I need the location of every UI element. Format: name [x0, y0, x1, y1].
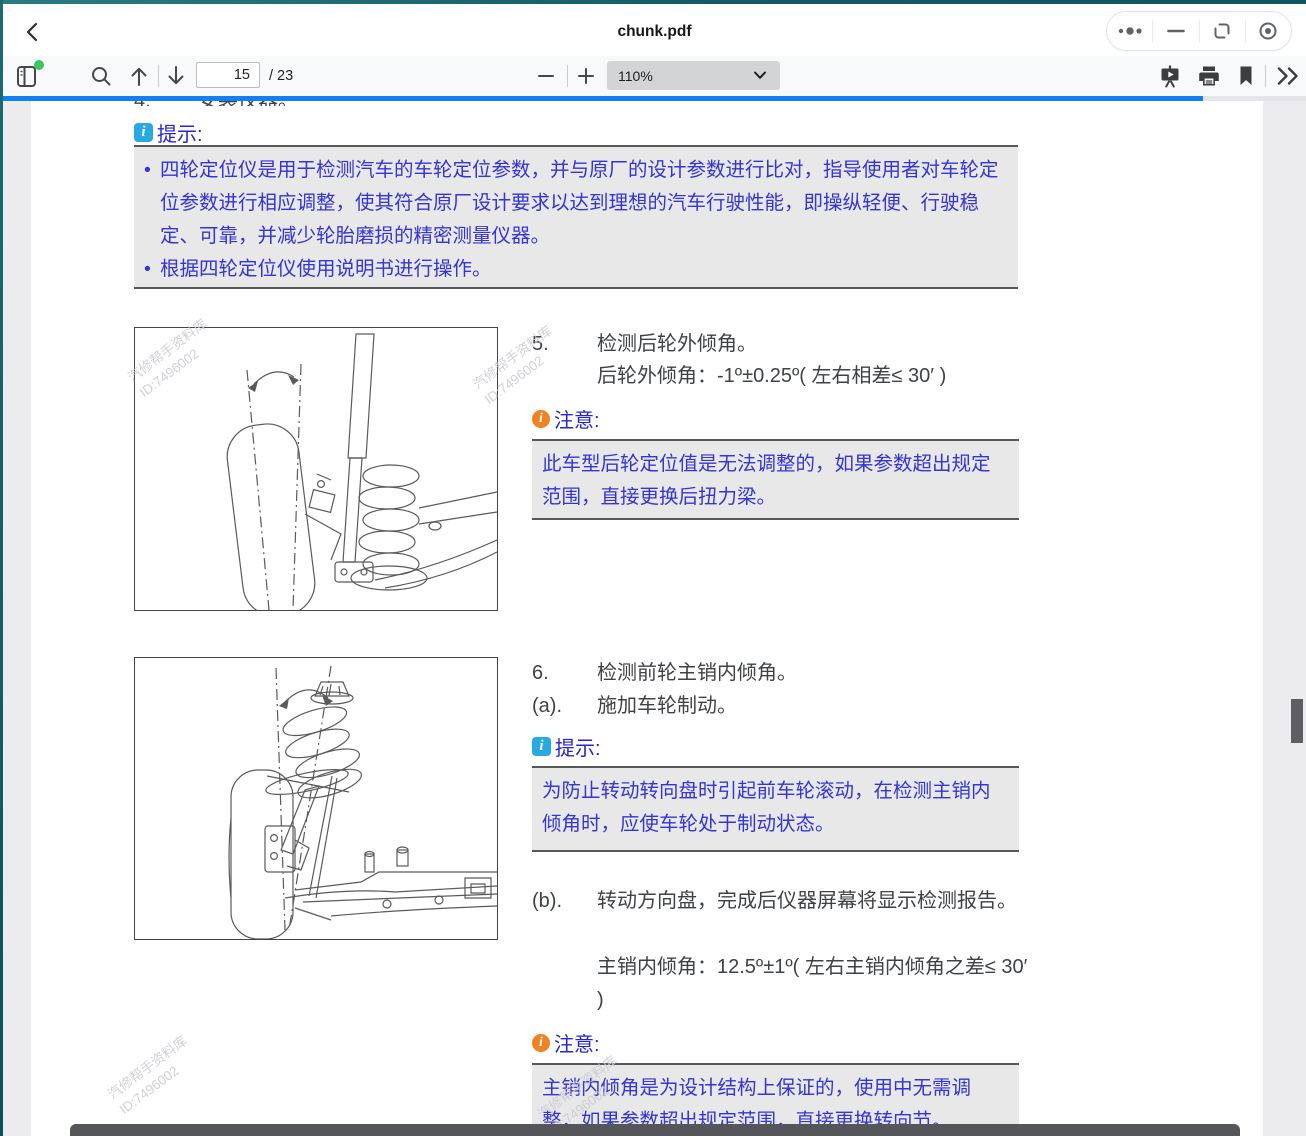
presentation-screen-icon — [1158, 64, 1182, 88]
toolbar-divider — [1265, 65, 1266, 87]
note-heading-2: i 注意: — [532, 1028, 600, 1057]
note-label-text: 注意: — [554, 404, 600, 433]
step-6b-number: (b). — [532, 885, 597, 918]
note-box-1-text: 此车型后轮定位值是无法调整的，如果参数超出规定范围，直接更换后扭力梁。 — [532, 441, 1019, 521]
step-5-number: 5. — [532, 328, 597, 360]
tip-box-alignment-info: • 四轮定位仪是用于检测汽车的车轮定位参数，并与原厂的设计参数进行比对，指导使用… — [134, 145, 1018, 289]
window-frame-left — [0, 0, 3, 1136]
sidebar-toggle-button[interactable] — [11, 56, 45, 96]
step-5-title: 检测后轮外倾角。 — [597, 328, 757, 360]
next-page-button[interactable] — [160, 56, 192, 96]
tip-label-text: 提示: — [555, 732, 601, 761]
tip-bullet-2-text: 根据四轮定位仪使用说明书进行操作。 — [160, 253, 1006, 286]
clipped-text-line: 4.安装仪器。 — [134, 101, 774, 106]
pdf-page: 4.安装仪器。 i 提示: • 四轮定位仪是用于检测汽车的车轮定位参数，并与原厂… — [31, 101, 1263, 1136]
step-6a-text: 施加车轮制动。 — [597, 690, 737, 722]
print-button[interactable] — [1192, 56, 1226, 96]
toolbar-divider — [158, 65, 159, 87]
tip-box-2-text: 为防止转动转向盘时引起前车轮滚动，在检测主销内倾角时，应使车轮处于制动状态。 — [532, 768, 1019, 848]
tip-heading-2: i 提示: — [532, 732, 601, 761]
bookmark-button[interactable] — [1231, 56, 1261, 96]
previous-page-button[interactable] — [123, 56, 155, 96]
window-frame-top — [0, 0, 1306, 4]
sidebar-panel-icon — [15, 63, 41, 89]
step-5-row: 5. 检测后轮外倾角。 — [532, 328, 757, 360]
pdf-toolbar: / 23 110% — [3, 56, 1306, 96]
figure-kingpin-diagram — [134, 657, 498, 940]
step-6-row: 6. 检测前轮主销内倾角。 — [532, 657, 797, 689]
watermark: 汽修帮手资料库ID:7496002 — [104, 1031, 202, 1118]
step-6-title: 检测前轮主销内倾角。 — [597, 657, 797, 689]
window-controls-pill — [1106, 11, 1292, 51]
arrow-down-icon — [166, 65, 186, 87]
minimize-icon — [1167, 28, 1185, 34]
floating-bottom-toolbar[interactable] — [70, 1124, 1240, 1136]
tip-bullet-2: • 根据四轮定位仪使用说明书进行操作。 — [144, 253, 1006, 286]
zoom-out-button[interactable] — [531, 56, 561, 96]
figure-rear-camber-diagram — [134, 327, 498, 611]
tip-heading-1: i 提示: — [134, 118, 203, 147]
step-6a-row: (a). 施加车轮制动。 — [532, 690, 737, 722]
search-button[interactable] — [85, 56, 117, 96]
note-box-rear-alignment: 此车型后轮定位值是无法调整的，如果参数超出规定范围，直接更换后扭力梁。 — [532, 439, 1019, 520]
title-bar: chunk.pdf — [3, 4, 1306, 56]
step-5-spec: 后轮外倾角：-1º±0.25º( 左右相差≤ 30′ ) — [597, 360, 1052, 393]
restore-window-button[interactable] — [1200, 12, 1245, 50]
step-6-spec: 主销内倾角：12.5º±1º( 左右主销内倾角之差≤ 30′ ) — [597, 951, 1037, 1017]
bookmark-icon — [1238, 65, 1254, 87]
clipped-step-number: 4. — [134, 101, 198, 106]
tip-label-text: 提示: — [157, 118, 203, 147]
presentation-mode-button[interactable] — [1153, 56, 1187, 96]
info-note-icon: i — [532, 410, 550, 428]
step-6-number: 6. — [532, 657, 597, 689]
zoom-in-button[interactable] — [571, 56, 601, 96]
rear-suspension-line-art — [135, 328, 497, 610]
pdf-viewer-window: { "window": { "title": "chunk.pdf" }, "t… — [0, 0, 1306, 1136]
arrow-up-icon — [129, 65, 149, 87]
focus-mode-button[interactable] — [1246, 12, 1291, 50]
front-strut-line-art — [135, 658, 497, 939]
ellipsis-icon — [1117, 26, 1143, 36]
info-tip-icon: i — [134, 123, 153, 142]
page-total-label: / 23 — [269, 56, 293, 96]
info-tip-icon: i — [532, 737, 551, 756]
info-note-icon: i — [532, 1034, 550, 1052]
notification-dot — [34, 60, 44, 70]
tip-bullet-1-text: 四轮定位仪是用于检测汽车的车轮定位参数，并与原厂的设计参数进行比对，指导使用者对… — [160, 154, 1006, 253]
loading-progress-track — [0, 96, 1306, 101]
minus-icon — [537, 67, 555, 85]
vertical-scrollbar-thumb[interactable] — [1291, 699, 1303, 743]
plus-icon — [577, 67, 595, 85]
note-label-text: 注意: — [554, 1028, 600, 1057]
minimize-button[interactable] — [1153, 12, 1198, 50]
zoom-level-value: 110% — [607, 68, 753, 84]
step-6a-number: (a). — [532, 690, 597, 722]
bullet-dot: • — [144, 253, 160, 286]
tip-box-brake-warning: 为防止转动转向盘时引起前车轮滚动，在检测主销内倾角时，应使车轮处于制动状态。 — [532, 766, 1019, 852]
printer-icon — [1197, 64, 1221, 88]
step-6b-text: 转动方向盘，完成后仪器屏幕将显示检测报告。 — [597, 885, 1019, 918]
loading-progress-fill — [0, 96, 1203, 101]
clipped-step-text: 安装仪器。 — [198, 101, 298, 106]
target-circle-icon — [1258, 21, 1278, 41]
zoom-level-dropdown[interactable]: 110% — [607, 61, 780, 90]
more-tools-button[interactable] — [1271, 56, 1305, 96]
bullet-dot: • — [144, 154, 160, 253]
toolbar-divider — [567, 65, 568, 87]
document-viewport: 4.安装仪器。 i 提示: • 四轮定位仪是用于检测汽车的车轮定位参数，并与原厂… — [3, 101, 1306, 1136]
note-heading-1: i 注意: — [532, 404, 600, 433]
restore-icon — [1212, 21, 1232, 41]
step-6b-row: (b). 转动方向盘，完成后仪器屏幕将显示检测报告。 — [532, 885, 1019, 918]
tip-bullet-1: • 四轮定位仪是用于检测汽车的车轮定位参数，并与原厂的设计参数进行比对，指导使用… — [144, 154, 1006, 253]
page-number-input[interactable] — [196, 62, 260, 88]
double-chevron-right-icon — [1275, 66, 1301, 86]
more-options-button[interactable] — [1107, 12, 1152, 50]
search-icon — [90, 65, 112, 87]
chevron-down-icon — [753, 71, 780, 80]
